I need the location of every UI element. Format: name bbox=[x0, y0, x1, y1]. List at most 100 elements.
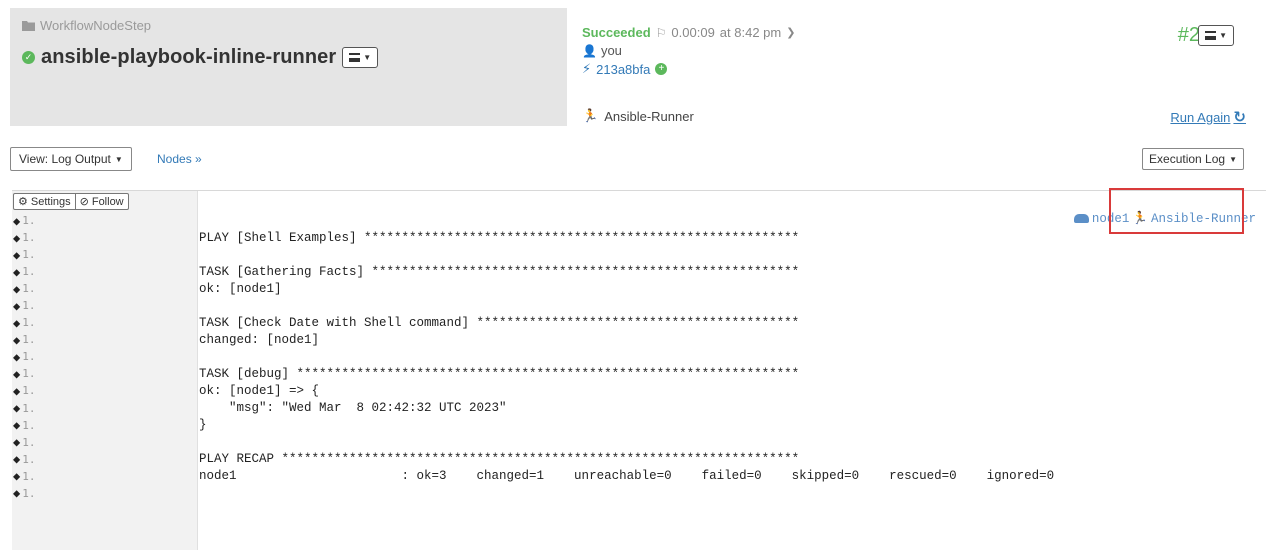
diamond-icon: ◆ bbox=[13, 230, 21, 245]
view-mode-label: View: Log Output bbox=[19, 152, 111, 166]
log-line-text: node1 : ok=3 changed=1 unreachable=0 fai… bbox=[199, 469, 1055, 484]
run-again-link[interactable]: Run Again ↻ bbox=[1170, 108, 1246, 126]
log-line-number: 1. bbox=[22, 469, 36, 483]
log-node-name[interactable]: node1 bbox=[1092, 212, 1130, 226]
log-line: ◆ 1. bbox=[12, 246, 1266, 263]
plus-circle-icon[interactable]: + bbox=[655, 63, 668, 75]
diamond-icon: ◆ bbox=[13, 281, 21, 296]
log-line-number: 1. bbox=[22, 282, 36, 296]
log-line-number: 1. bbox=[22, 367, 36, 381]
log-line: ◆ 1. "msg": "Wed Mar 8 02:42:32 UTC 2023" bbox=[12, 400, 1266, 417]
log-line-gutter[interactable]: ◆ 1. bbox=[12, 282, 198, 295]
log-line-gutter[interactable]: ◆ 1. bbox=[12, 350, 198, 363]
diamond-icon: ◆ bbox=[13, 401, 21, 416]
log-toolbar: ⚙ Settings ⊘ Follow bbox=[13, 193, 129, 210]
bolt-icon: ⚡ bbox=[582, 61, 592, 76]
diamond-icon: ◆ bbox=[13, 247, 21, 262]
log-line-number: 1. bbox=[22, 265, 36, 279]
gear-icon: ⚙ bbox=[18, 196, 28, 208]
log-line: ◆ 1. PLAY RECAP **************************… bbox=[12, 451, 1266, 468]
settings-label: Settings bbox=[30, 195, 71, 208]
execution-number: #2 bbox=[1177, 24, 1200, 46]
runner-row: 🏃 Ansible-Runner bbox=[582, 108, 694, 124]
log-line-text: } bbox=[199, 418, 207, 433]
log-line-gutter[interactable]: ◆ 1. bbox=[12, 402, 198, 415]
log-line-gutter[interactable]: ◆ 1. bbox=[12, 316, 198, 329]
chevron-right-icon[interactable]: ❯ bbox=[786, 26, 795, 39]
commit-id[interactable]: 213a8bfa bbox=[596, 62, 650, 77]
log-line-gutter[interactable]: ◆ 1. bbox=[12, 436, 198, 449]
log-line: ◆ 1. ok: [node1] => { bbox=[12, 382, 1266, 399]
nodes-link[interactable]: Nodes » bbox=[157, 152, 202, 166]
follow-button[interactable]: ⊘ Follow bbox=[74, 194, 128, 209]
user-name: you bbox=[600, 43, 622, 58]
log-line: ◆ 1. node1 : ok=3 changed=1 unreachable=0 … bbox=[12, 468, 1266, 485]
check-circle-icon: ✓ bbox=[22, 51, 35, 64]
execution-summary: Succeeded ⚐ 0.00:09 at 8:42 pm ❯ 👤 you ⚡… bbox=[567, 8, 1256, 126]
log-line-gutter[interactable]: ◆ 1. bbox=[12, 453, 198, 466]
log-line-gutter[interactable]: ◆ 1. bbox=[12, 299, 198, 312]
log-line-gutter[interactable]: ◆ 1. bbox=[12, 487, 198, 500]
log-output-panel: ⚙ Settings ⊘ Follow ◆ 1. ◆ 1. PLAY [Shell Ex… bbox=[12, 190, 1266, 550]
log-line-text: PLAY [Shell Examples] ******************… bbox=[199, 230, 800, 245]
folder-icon bbox=[22, 21, 35, 31]
log-line-number: 1. bbox=[22, 333, 36, 347]
diamond-icon: ◆ bbox=[13, 452, 21, 467]
log-line-number: 1. bbox=[22, 435, 36, 449]
log-line: ◆ 1. bbox=[12, 485, 1266, 502]
user-icon: 👤 bbox=[582, 43, 597, 58]
status-badge: Succeeded bbox=[582, 25, 651, 40]
log-line-number: 1. bbox=[22, 231, 36, 245]
log-line-number: 1. bbox=[22, 299, 36, 313]
log-line-gutter[interactable]: ◆ 1. bbox=[12, 367, 198, 380]
job-title[interactable]: ansible-playbook-inline-runner bbox=[41, 46, 336, 69]
runner-name: Ansible-Runner bbox=[604, 108, 694, 124]
view-mode-dropdown[interactable]: View: Log Output ▼ bbox=[10, 147, 132, 171]
flag-icon: ⚐ bbox=[655, 25, 667, 40]
job-header: WorkflowNodeStep ✓ ansible-playbook-inli… bbox=[10, 8, 567, 126]
log-line: ◆ 1. TASK [Gathering Facts] **************… bbox=[12, 263, 1266, 280]
log-line: ◆ 1.} bbox=[12, 417, 1266, 434]
log-node-tag: node1 🏃 Ansible-Runner bbox=[1073, 211, 1256, 227]
execution-actions-menu-button[interactable]: ▼ bbox=[1198, 25, 1234, 46]
log-line-number: 1. bbox=[22, 248, 36, 262]
duration: 0.00:09 bbox=[671, 25, 715, 40]
log-line-gutter[interactable]: ◆ 1. bbox=[12, 214, 198, 227]
job-group-breadcrumb[interactable]: WorkflowNodeStep bbox=[22, 18, 151, 33]
log-line-number: 1. bbox=[22, 384, 36, 398]
diamond-icon: ◆ bbox=[13, 349, 21, 364]
diamond-icon: ◆ bbox=[13, 315, 21, 330]
log-line: ◆ 1. TASK [debug] ************************… bbox=[12, 365, 1266, 382]
diamond-icon: ◆ bbox=[13, 298, 21, 313]
log-runner-name: Ansible-Runner bbox=[1150, 211, 1256, 226]
log-line-number: 1. bbox=[22, 486, 36, 500]
diamond-icon: ◆ bbox=[13, 418, 21, 433]
settings-button[interactable]: ⚙ Settings bbox=[14, 194, 75, 209]
log-line: ◆ 1. bbox=[12, 348, 1266, 365]
diamond-icon: ◆ bbox=[13, 486, 21, 501]
caret-down-icon: ▼ bbox=[114, 154, 123, 164]
diamond-icon: ◆ bbox=[13, 469, 21, 484]
log-line-gutter[interactable]: ◆ 1. bbox=[12, 470, 198, 483]
list-icon bbox=[349, 53, 361, 62]
diamond-icon: ◆ bbox=[13, 435, 21, 450]
job-actions-menu-button[interactable]: ▼ bbox=[342, 47, 379, 68]
diamond-icon: ◆ bbox=[13, 264, 21, 279]
commit-row[interactable]: ⚡ 213a8bfa + bbox=[582, 61, 668, 77]
status-row: Succeeded ⚐ 0.00:09 at 8:42 pm ❯ bbox=[582, 25, 795, 40]
diamond-icon: ◆ bbox=[13, 332, 21, 347]
log-line-gutter[interactable]: ◆ 1. bbox=[12, 248, 198, 261]
log-line-number: 1. bbox=[22, 214, 36, 228]
log-line-gutter[interactable]: ◆ 1. bbox=[12, 419, 198, 432]
execution-log-dropdown[interactable]: Execution Log ▼ bbox=[1142, 148, 1244, 170]
diamond-icon: ◆ bbox=[13, 383, 21, 398]
log-line-text: TASK [Gathering Facts] *****************… bbox=[199, 264, 800, 279]
log-line-gutter[interactable]: ◆ 1. bbox=[12, 231, 198, 244]
log-line-gutter[interactable]: ◆ 1. bbox=[12, 384, 198, 397]
diamond-icon: ◆ bbox=[13, 366, 21, 381]
log-line-gutter[interactable]: ◆ 1. bbox=[12, 265, 198, 278]
end-time: at 8:42 pm bbox=[719, 25, 782, 40]
log-line-gutter[interactable]: ◆ 1. bbox=[12, 333, 198, 346]
log-runner-tag: 🏃 Ansible-Runner bbox=[1132, 211, 1256, 227]
execution-log-label: Execution Log bbox=[1149, 152, 1226, 166]
